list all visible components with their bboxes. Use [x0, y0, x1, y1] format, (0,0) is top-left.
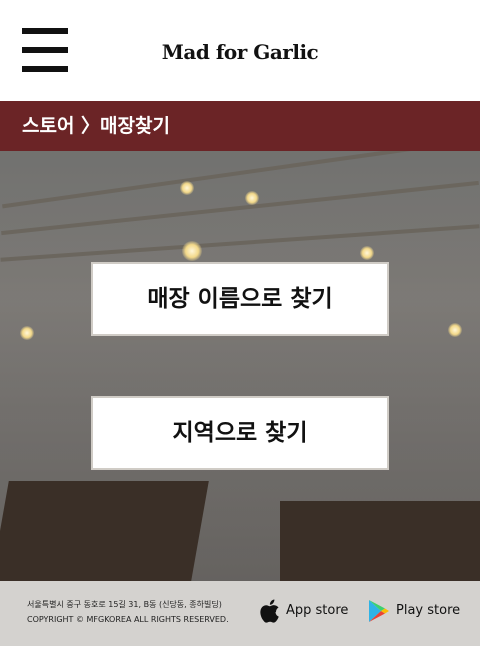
menu-bar: [22, 28, 68, 34]
app-store-label: App store: [286, 603, 349, 618]
play-store-label: Play store: [396, 603, 461, 618]
company-address: 서울특별시 중구 동호로 15길 31, B동 (신당동, 종하빌딩): [27, 600, 222, 609]
dining-table: [280, 501, 480, 581]
pendant-light: [20, 326, 34, 340]
header: Mad for Garlic: [0, 0, 480, 101]
restaurant-background-image: [0, 151, 480, 581]
ceiling-beam: [1, 180, 479, 236]
pendant-light: [180, 181, 194, 195]
pendant-light: [182, 241, 202, 261]
hamburger-menu-icon[interactable]: [22, 28, 68, 74]
apple-icon: [260, 599, 279, 623]
menu-bar: [22, 47, 68, 53]
play-store-link[interactable]: Play store: [368, 598, 468, 626]
breadcrumb: 스토어 〉매장찾기: [0, 101, 480, 152]
find-by-region-button[interactable]: 지역으로 찾기: [91, 396, 389, 470]
pendant-light: [360, 246, 374, 260]
dining-table: [0, 481, 209, 581]
menu-bar: [22, 66, 68, 72]
breadcrumb-text: 스토어 〉매장찾기: [22, 115, 170, 137]
find-by-store-name-button[interactable]: 매장 이름으로 찾기: [91, 262, 389, 336]
google-play-icon: [369, 600, 389, 622]
pendant-light: [245, 191, 259, 205]
pendant-light: [448, 323, 462, 337]
ceiling-beam: [0, 224, 480, 262]
app-store-link[interactable]: App store: [258, 598, 358, 626]
ceiling-beam: [2, 151, 478, 209]
copyright-text: COPYRIGHT © MFGKOREA ALL RIGHTS RESERVED…: [27, 615, 229, 624]
brand-logo[interactable]: Mad for Garlic: [150, 34, 330, 70]
